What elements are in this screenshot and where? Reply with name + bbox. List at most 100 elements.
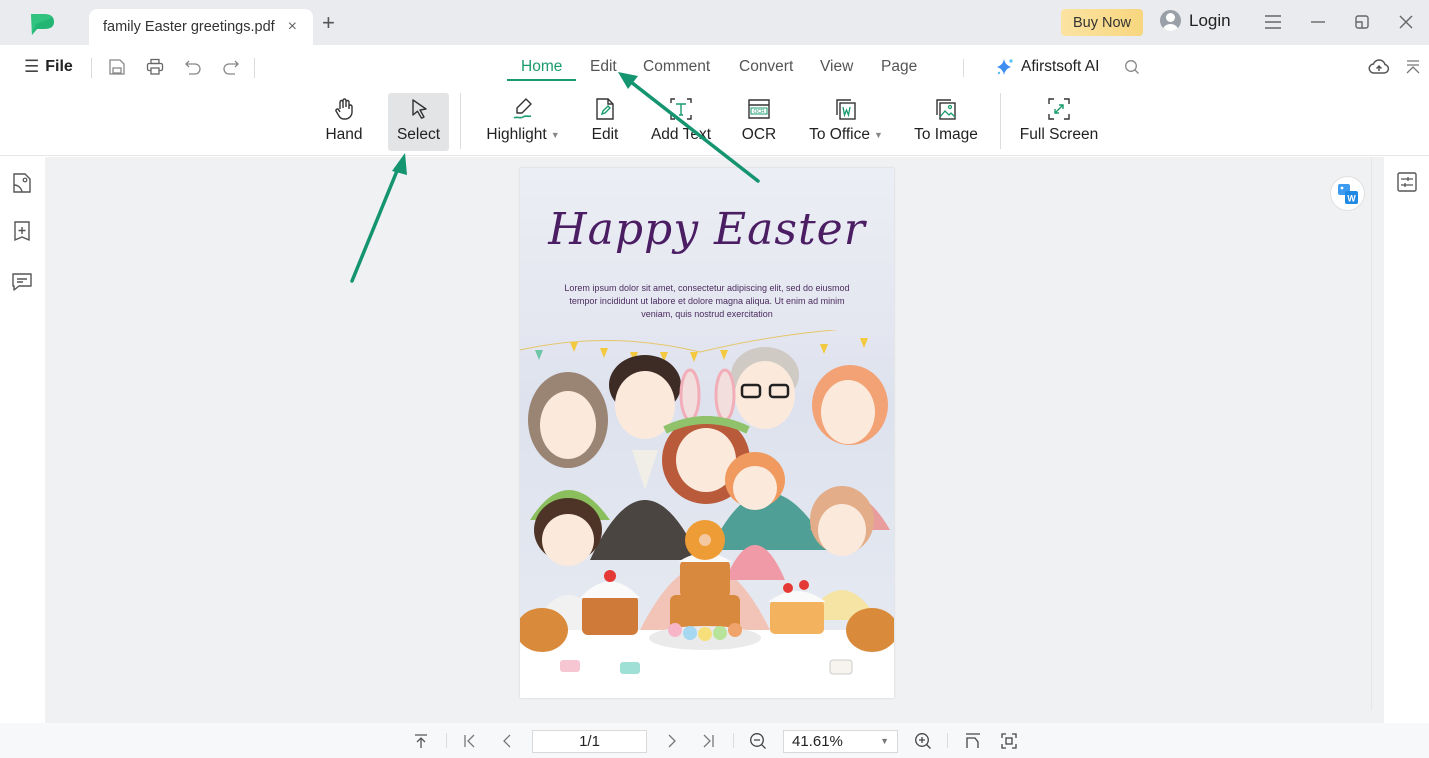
print-icon[interactable]: [144, 56, 166, 78]
comment-icon[interactable]: [11, 270, 33, 292]
login-button[interactable]: Login: [1160, 10, 1231, 31]
to-image-label: To Image: [914, 126, 978, 143]
tab-comment[interactable]: Comment: [643, 58, 710, 76]
to-office-button[interactable]: To Office ▼: [800, 93, 892, 151]
select-tool-button[interactable]: Select: [388, 93, 449, 151]
edit-tool-button[interactable]: Edit: [585, 93, 625, 151]
status-bar: 41.61% ▼: [0, 723, 1429, 758]
divider: [254, 58, 255, 78]
active-tab-indicator: [507, 79, 576, 81]
edit-doc-icon: [596, 98, 614, 120]
dropdown-caret-icon: ▼: [550, 129, 560, 140]
bookmark-icon[interactable]: [11, 220, 33, 242]
divider: [460, 93, 461, 149]
highlight-label: Highlight ▼: [486, 126, 560, 143]
divider: [733, 733, 734, 748]
add-text-button[interactable]: Add Text: [643, 93, 719, 151]
pdf-page[interactable]: Happy Easter Lorem ipsum dolor sit amet,…: [520, 168, 894, 698]
ocr-button[interactable]: OCR OCR: [737, 93, 781, 151]
tab-edit[interactable]: Edit: [590, 58, 617, 76]
select-label: Select: [396, 126, 441, 143]
zoom-level-value: 41.61%: [792, 733, 843, 750]
sparkle-icon: [997, 59, 1013, 75]
tab-page[interactable]: Page: [881, 58, 917, 76]
highlighter-icon: [513, 98, 532, 119]
restore-icon[interactable]: [1350, 10, 1374, 34]
last-page-icon[interactable]: [698, 731, 718, 751]
file-menu-button[interactable]: ☰ File: [24, 57, 73, 77]
thumbnail-icon[interactable]: [11, 172, 33, 194]
full-screen-button[interactable]: Full Screen: [1016, 93, 1102, 151]
first-page-icon[interactable]: [460, 731, 480, 751]
cloud-upload-icon[interactable]: [1368, 56, 1390, 78]
translate-button[interactable]: W: [1330, 176, 1365, 211]
tab-view[interactable]: View: [820, 58, 853, 76]
ribbon-toolbar: Hand Select Highlight ▼ Edit Add Text OCR…: [0, 89, 1429, 156]
title-bar: family Easter greetings.pdf × + Buy Now …: [0, 0, 1429, 45]
divider: [963, 59, 964, 77]
divider: [446, 733, 447, 748]
login-label: Login: [1189, 10, 1231, 30]
afirstsoft-ai-button[interactable]: Afirstsoft AI: [995, 57, 1099, 77]
zoom-level-select[interactable]: 41.61% ▼: [783, 730, 898, 753]
redo-icon[interactable]: [220, 56, 242, 78]
tab-home[interactable]: Home: [521, 58, 562, 76]
save-icon[interactable]: [106, 56, 128, 78]
tab-convert[interactable]: Convert: [739, 58, 793, 76]
ai-label: Afirstsoft AI: [1021, 58, 1100, 75]
avatar-icon: [1160, 10, 1181, 31]
collapse-ribbon-icon[interactable]: [1402, 56, 1424, 78]
to-image-button[interactable]: To Image: [908, 93, 984, 151]
hand-icon: [335, 98, 353, 120]
full-screen-label: Full Screen: [1019, 126, 1099, 143]
zoom-out-icon[interactable]: [748, 731, 768, 751]
chevron-down-icon: ▼: [880, 736, 889, 746]
page-number-input[interactable]: [532, 730, 647, 753]
document-paragraph: Lorem ipsum dolor sit amet, consectetur …: [564, 283, 850, 319]
fit-page-icon[interactable]: [999, 731, 1019, 751]
app-menu-icon[interactable]: [1261, 10, 1285, 34]
close-window-icon[interactable]: [1394, 10, 1418, 34]
hamburger-icon: ☰: [24, 57, 40, 76]
scroll-track: [1371, 157, 1372, 710]
to-office-icon: [836, 99, 856, 120]
cursor-icon: [411, 99, 427, 119]
app-logo-icon: [31, 14, 54, 35]
to-image-icon: [936, 99, 956, 120]
hand-label: Hand: [325, 126, 363, 143]
divider: [1000, 93, 1001, 149]
family-easter-illustration: [520, 330, 894, 698]
translate-icon: W: [1337, 183, 1358, 204]
new-tab-button[interactable]: +: [322, 12, 335, 34]
menu-bar: ☰ File Home Edit Comment Convert View Pa…: [0, 45, 1429, 89]
minimize-icon[interactable]: [1306, 10, 1330, 34]
fullscreen-icon: [1048, 98, 1070, 120]
highlight-button[interactable]: Highlight ▼: [478, 93, 568, 151]
document-tab[interactable]: family Easter greetings.pdf ×: [89, 9, 313, 45]
add-text-icon: [670, 98, 692, 120]
buy-now-button[interactable]: Buy Now: [1061, 9, 1143, 36]
hand-tool-button[interactable]: Hand: [318, 93, 370, 151]
undo-icon[interactable]: [182, 56, 204, 78]
search-icon[interactable]: [1121, 56, 1143, 78]
divider: [947, 733, 948, 748]
file-label: File: [45, 58, 73, 75]
dropdown-caret-icon: ▼: [873, 129, 883, 140]
ocr-icon: OCR: [748, 99, 770, 119]
add-text-label: Add Text: [650, 126, 712, 143]
scroll-to-top-icon[interactable]: [411, 731, 431, 751]
edit-label: Edit: [591, 126, 619, 143]
properties-panel-icon[interactable]: [1396, 171, 1418, 193]
zoom-in-icon[interactable]: [913, 731, 933, 751]
right-sidebar: [1384, 157, 1429, 723]
divider: [91, 58, 92, 78]
fit-width-icon[interactable]: [963, 731, 983, 751]
previous-page-icon[interactable]: [497, 731, 517, 751]
document-tab-title: family Easter greetings.pdf: [103, 19, 275, 35]
svg-text:W: W: [1347, 193, 1356, 203]
next-page-icon[interactable]: [662, 731, 682, 751]
left-sidebar: [0, 157, 45, 723]
svg-text:OCR: OCR: [753, 109, 765, 115]
ocr-label: OCR: [741, 126, 777, 143]
close-tab-icon[interactable]: ×: [288, 18, 297, 36]
